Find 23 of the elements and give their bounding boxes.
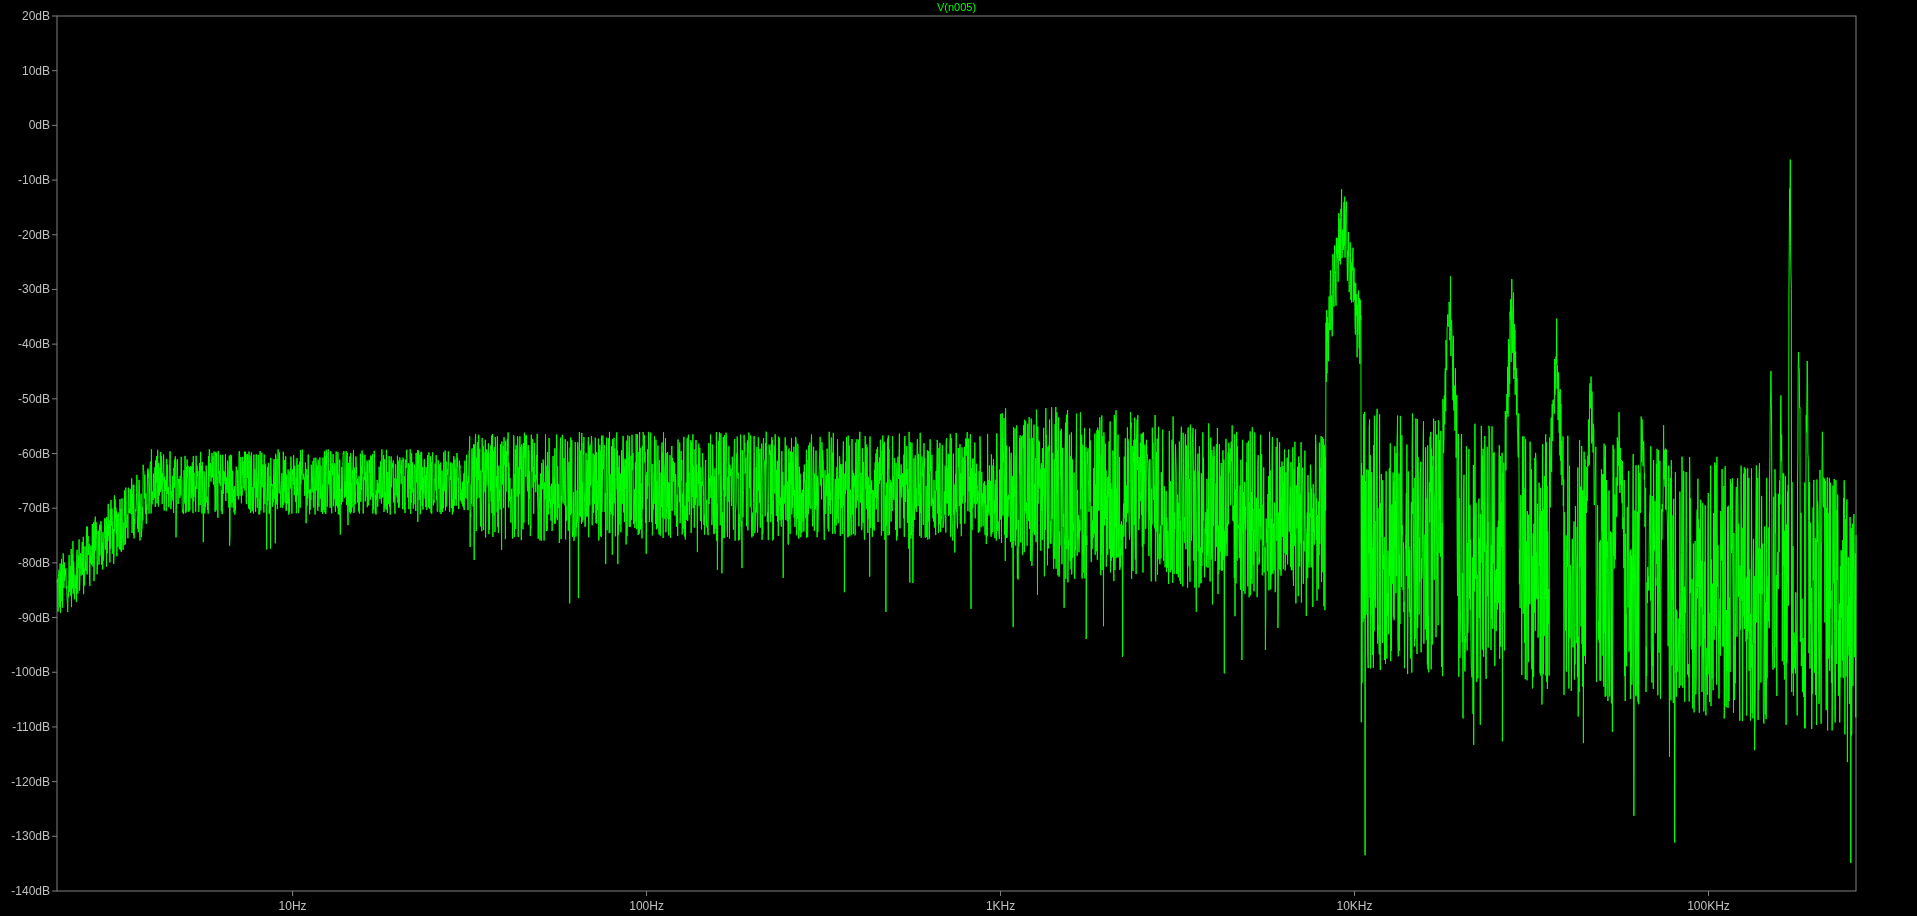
x-axis-label: 10Hz [278, 899, 307, 913]
y-axis-label: -60dB [17, 446, 50, 461]
y-axis-label: 10dB [21, 63, 50, 78]
y-axis-label: -10dB [17, 173, 50, 188]
y-axis-label: -140dB [11, 884, 50, 898]
y-axis-label: -80dB [17, 555, 50, 570]
y-axis-label: -100dB [11, 665, 50, 680]
y-axis-label: -20dB [17, 227, 50, 242]
y-axis-label: -70dB [17, 501, 50, 516]
x-axis-label: 100KHz [1687, 899, 1730, 913]
y-axis-label: -50dB [17, 391, 50, 406]
y-axis-label: -130dB [11, 829, 50, 844]
y-axis-label: 20dB [21, 9, 50, 23]
y-axis-label: -110dB [12, 719, 50, 734]
y-axis-label: -40dB [17, 337, 50, 352]
trace-name[interactable]: V(n005) [936, 1, 977, 13]
y-axis-label: 0dB [28, 118, 50, 133]
x-axis-label: 10KHz [1336, 899, 1373, 913]
y-axis-label: -90dB [17, 610, 50, 625]
y-axis-label: -120dB [11, 774, 50, 789]
y-axis-label: -30dB [17, 282, 50, 297]
x-axis-label: 100Hz [629, 899, 664, 913]
x-axis-label: 1KHz [985, 899, 1016, 913]
